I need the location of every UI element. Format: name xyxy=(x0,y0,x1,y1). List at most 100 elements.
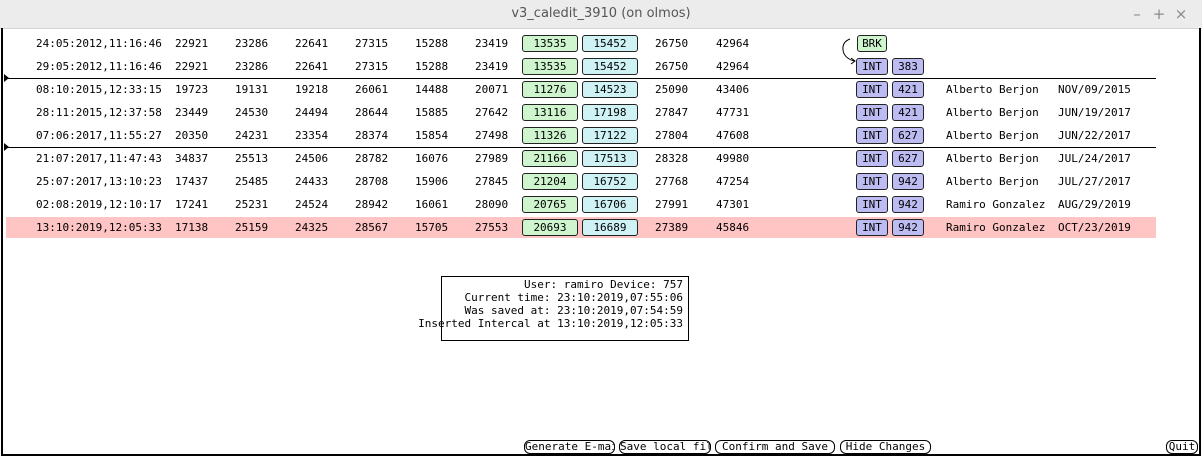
value-cell: 28328 xyxy=(655,152,689,165)
table-row[interactable]: 21:07:2017,11:47:43 34837 25513 24506 28782 1… xyxy=(6,148,1156,169)
confirm-and-save-button[interactable]: Confirm and Save xyxy=(715,440,835,454)
green-value-tag[interactable]: 21166 xyxy=(522,150,578,167)
value-cell: 42964 xyxy=(716,60,750,73)
value-cell: 19218 xyxy=(295,83,329,96)
value-cell: 24433 xyxy=(295,175,329,188)
value-cell: 23419 xyxy=(475,60,509,73)
green-value-tag[interactable]: 20693 xyxy=(522,219,578,236)
value-cell: 43406 xyxy=(716,83,750,96)
value-cell: 27991 xyxy=(655,198,689,211)
number-tag[interactable]: 942 xyxy=(892,196,924,213)
int-tag[interactable]: INT xyxy=(856,196,888,213)
group-separator xyxy=(8,78,1156,79)
value-cell: 28567 xyxy=(355,221,389,234)
green-value-tag[interactable]: 11276 xyxy=(522,81,578,98)
value-cell: 19131 xyxy=(235,83,269,96)
table-row[interactable]: 08:10:2015,12:33:15 19723 19131 19218 26061 1… xyxy=(6,79,1156,100)
cyan-value-tag[interactable]: 15452 xyxy=(582,58,638,75)
cyan-value-tag[interactable]: 17122 xyxy=(582,127,638,144)
cyan-value-tag[interactable]: 14523 xyxy=(582,81,638,98)
timestamp-cell: 29:05:2012,11:16:46 xyxy=(36,60,162,73)
user-cell: Ramiro Gonzalez xyxy=(946,198,1046,211)
timestamp-cell: 25:07:2017,13:10:23 xyxy=(36,175,162,188)
table-row[interactable]: 28:11:2015,12:37:58 23449 24530 24494 28644 1… xyxy=(6,102,1156,123)
value-cell: 17437 xyxy=(175,175,209,188)
number-tag[interactable]: 383 xyxy=(892,58,924,75)
number-tag[interactable]: 627 xyxy=(892,127,924,144)
link-arrow-icon xyxy=(842,38,856,65)
table-row[interactable]: 02:08:2019,12:10:17 17241 25231 24524 28942 1… xyxy=(6,194,1156,215)
value-cell: 15906 xyxy=(415,175,449,188)
timestamp-cell: 28:11:2015,12:37:58 xyxy=(36,106,162,119)
info-current-time: Current time: 23:10:2019,07:55:06 xyxy=(464,291,683,304)
table-row[interactable]: 29:05:2012,11:16:46 22921 23286 22641 27315 1… xyxy=(6,56,1156,77)
value-cell: 24231 xyxy=(235,129,269,142)
cyan-value-tag[interactable]: 17513 xyxy=(582,150,638,167)
value-cell: 22641 xyxy=(295,60,329,73)
value-cell: 25485 xyxy=(235,175,269,188)
value-cell: 17138 xyxy=(175,221,209,234)
hide-changes-button[interactable]: Hide Changes xyxy=(840,440,931,454)
value-cell: 25159 xyxy=(235,221,269,234)
int-tag[interactable]: INT xyxy=(856,104,888,121)
int-tag[interactable]: INT xyxy=(856,150,888,167)
user-cell: Alberto Berjon xyxy=(946,175,1039,188)
separator-marker-icon xyxy=(4,74,9,82)
value-cell: 16061 xyxy=(415,198,449,211)
number-tag[interactable]: 942 xyxy=(892,219,924,236)
value-cell: 25090 xyxy=(655,83,689,96)
int-tag[interactable]: INT xyxy=(856,127,888,144)
value-cell: 15854 xyxy=(415,129,449,142)
cyan-value-tag[interactable]: 16752 xyxy=(582,173,638,190)
save-local-file-button[interactable]: Save local file xyxy=(619,440,711,454)
value-cell: 20071 xyxy=(475,83,509,96)
value-cell: 14488 xyxy=(415,83,449,96)
value-cell: 42964 xyxy=(716,37,750,50)
table-row-selected[interactable]: 13:10:2019,12:05:33 17138 25159 24325 28567 1… xyxy=(6,217,1156,238)
user-cell: Alberto Berjon xyxy=(946,129,1039,142)
int-tag[interactable]: INT xyxy=(856,81,888,98)
value-cell: 47254 xyxy=(716,175,750,188)
info-inserted: Inserted Intercal at 13:10:2019,12:05:33 xyxy=(418,317,683,330)
value-cell: 22641 xyxy=(295,37,329,50)
quit-button[interactable]: Quit xyxy=(1166,440,1198,454)
value-cell: 28644 xyxy=(355,106,389,119)
timestamp-cell: 21:07:2017,11:47:43 xyxy=(36,152,162,165)
generate-email-button[interactable]: Generate E-mail xyxy=(524,440,615,454)
green-value-tag[interactable]: 13535 xyxy=(522,58,578,75)
date-cell: JUN/22/2017 xyxy=(1058,129,1131,142)
table-row[interactable]: 07:06:2017,11:55:27 20350 24231 23354 28374 1… xyxy=(6,125,1156,146)
int-tag[interactable]: INT xyxy=(856,219,888,236)
date-cell: JUL/27/2017 xyxy=(1058,175,1131,188)
number-tag[interactable]: 942 xyxy=(892,173,924,190)
value-cell: 49980 xyxy=(716,152,750,165)
green-value-tag[interactable]: 20765 xyxy=(522,196,578,213)
table-row[interactable]: 24:05:2012,11:16:46 22921 23286 22641 27315 1… xyxy=(6,33,1156,54)
minimize-button[interactable]: – xyxy=(1128,5,1146,23)
close-button[interactable]: × xyxy=(1172,5,1190,23)
window-titlebar: v3_caledit_3910 (on olmos) – + × xyxy=(0,0,1202,29)
cyan-value-tag[interactable]: 17198 xyxy=(582,104,638,121)
number-tag[interactable]: 421 xyxy=(892,104,924,121)
cyan-value-tag[interactable]: 15452 xyxy=(582,35,638,52)
cyan-value-tag[interactable]: 16689 xyxy=(582,219,638,236)
value-cell: 27498 xyxy=(475,129,509,142)
info-user: User: ramiro Device: 757 xyxy=(524,278,683,291)
green-value-tag[interactable]: 13116 xyxy=(522,104,578,121)
green-value-tag[interactable]: 11326 xyxy=(522,127,578,144)
value-cell: 24325 xyxy=(295,221,329,234)
user-cell: Ramiro Gonzalez xyxy=(946,221,1046,234)
value-cell: 15705 xyxy=(415,221,449,234)
int-tag[interactable]: INT xyxy=(856,173,888,190)
green-value-tag[interactable]: 21204 xyxy=(522,173,578,190)
number-tag[interactable]: 421 xyxy=(892,81,924,98)
green-value-tag[interactable]: 13535 xyxy=(522,35,578,52)
date-cell: JUL/24/2017 xyxy=(1058,152,1131,165)
number-tag[interactable]: 627 xyxy=(892,150,924,167)
value-cell: 27389 xyxy=(655,221,689,234)
maximize-button[interactable]: + xyxy=(1150,5,1168,23)
table-row[interactable]: 25:07:2017,13:10:23 17437 25485 24433 28708 1… xyxy=(6,171,1156,192)
value-cell: 24530 xyxy=(235,106,269,119)
cyan-value-tag[interactable]: 16706 xyxy=(582,196,638,213)
user-cell: Alberto Berjon xyxy=(946,152,1039,165)
